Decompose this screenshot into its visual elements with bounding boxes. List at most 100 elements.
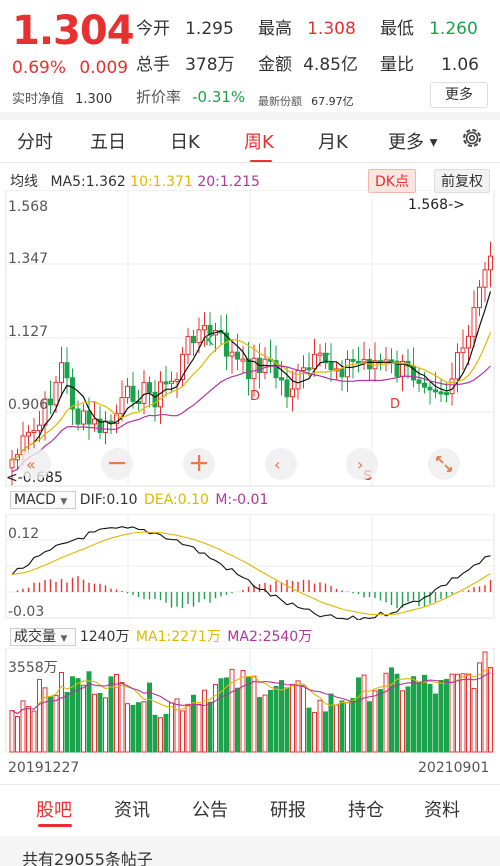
candle [449,378,455,395]
volume-bar [185,703,191,753]
max-marker: 1.568-> [408,197,465,213]
tab-five-day[interactable]: 五日 [90,128,126,154]
tab-forum[interactable]: 股吧 [36,796,72,822]
tab-more[interactable]: 更多 ▼ [388,128,437,154]
stat-high-label: 最高 [258,19,292,39]
macd-y-bottom: -0.03 [8,604,44,620]
volume-bar [262,694,268,753]
candle [70,377,75,410]
stat-volume-value: 378万 [185,55,235,75]
volume-bar [163,713,169,753]
volume-bar [400,690,405,753]
tab-profile[interactable]: 资料 [424,796,460,822]
candle [119,397,125,415]
settings-gear-icon[interactable] [460,126,484,154]
tab-news[interactable]: 资讯 [114,796,150,822]
macd-legend: MACD ▼ DIF:0.10 DEA:0.10 M:-0.01 [10,491,268,509]
volume-bar [136,702,141,753]
candle [86,410,92,425]
volume-bar [317,699,323,753]
candle [312,353,317,370]
zoom-out-button[interactable] [101,448,133,480]
scroll-left-button[interactable]: ‹ [265,448,297,480]
candle [59,362,64,383]
candle [339,368,345,378]
volume-bar [147,682,152,753]
stat-low-value: 1.260 [429,19,478,39]
candle [31,430,37,434]
tab-monthly-k[interactable]: 月K [318,128,348,154]
caret-down-icon: ▼ [60,497,68,507]
volume-bar [378,689,383,753]
macd-chart[interactable]: 0.12 -0.03 [0,514,500,620]
candle [433,389,438,393]
volume-bar [466,673,471,753]
volume-bar [361,674,367,753]
candle [147,382,152,393]
y-label-1: 1.568 [8,199,48,215]
zoom-in-button[interactable] [183,448,215,480]
change-percent: 0.69% [12,58,67,78]
tab-intraday[interactable]: 分时 [17,128,53,154]
candle [422,382,427,388]
period-tabs: 分时 五日 日K 周K 月K 更多 ▼ [0,118,500,163]
tab-research[interactable]: 研报 [270,796,306,822]
volume-bar [235,687,240,753]
volume-bar [103,697,108,753]
candle [477,286,482,309]
shares-value: 67.97亿 [311,95,354,108]
volume-bar [53,694,59,753]
volume-bar [444,678,449,753]
volume-bar [125,703,130,753]
shares-info: 最新份额 67.97亿 [258,90,354,109]
tab-weekly-k[interactable]: 周K [244,128,274,154]
volume-bar [59,672,64,753]
candle [416,379,422,384]
volume-bar [108,676,114,753]
volume-bar [31,710,37,753]
candle [229,351,235,357]
volume-bar [471,687,477,753]
scroll-left-fast-button[interactable]: « [19,448,51,480]
volume-bar [92,693,97,753]
volume-bar [114,673,119,753]
stat-open-label: 今开 [136,19,170,39]
macd-select[interactable]: MACD ▼ [10,491,76,509]
volume-bar [9,710,15,753]
candle [240,358,246,362]
discount-label: 折价率 [136,88,182,106]
tab-daily-k[interactable]: 日K [170,128,200,154]
volume-bar [20,700,26,753]
volume-y-top: 3558万 [8,660,58,676]
discount-value: -0.31% [192,88,246,106]
ma5-value: MA5:1.362 [50,174,126,190]
nav-label: 实时净值 [12,92,65,107]
minus-icon [109,462,125,465]
kline-chart[interactable]: 1.568 1.347 1.127 0.906 1.568-> <-0.685 … [0,190,500,490]
volume-bar [488,667,493,753]
start-date: 20191227 [8,760,80,776]
volume-bar [48,696,53,753]
volume-chart[interactable]: 3558万 [0,648,500,756]
ma20-value: 20:1.215 [197,174,260,190]
chevron-right-icon: › [357,455,363,474]
scroll-right-button[interactable]: › [346,448,378,480]
tab-announcements[interactable]: 公告 [192,796,228,822]
volume-legend: 成交量 ▼ 1240万 MA1:2271万 MA2:2540万 [10,626,312,646]
volume-bar [350,697,356,753]
macd-title: MACD [14,492,56,508]
volume-bar [433,693,438,753]
bottom-divider [0,784,500,785]
candle [284,379,290,398]
stat-open: 今开 1.295 [136,14,234,39]
candle [141,382,147,404]
candle [196,329,202,344]
more-button[interactable]: 更多 [430,82,488,108]
tab-holdings[interactable]: 持仓 [348,796,384,822]
fullscreen-button[interactable] [428,448,460,480]
ma-legend-title: 均线 [10,174,38,190]
candle [9,459,15,469]
volume-select[interactable]: 成交量 ▼ [10,628,76,646]
stat-amount: 金额 4.85亿 [258,50,358,75]
volume-bar [207,701,213,753]
